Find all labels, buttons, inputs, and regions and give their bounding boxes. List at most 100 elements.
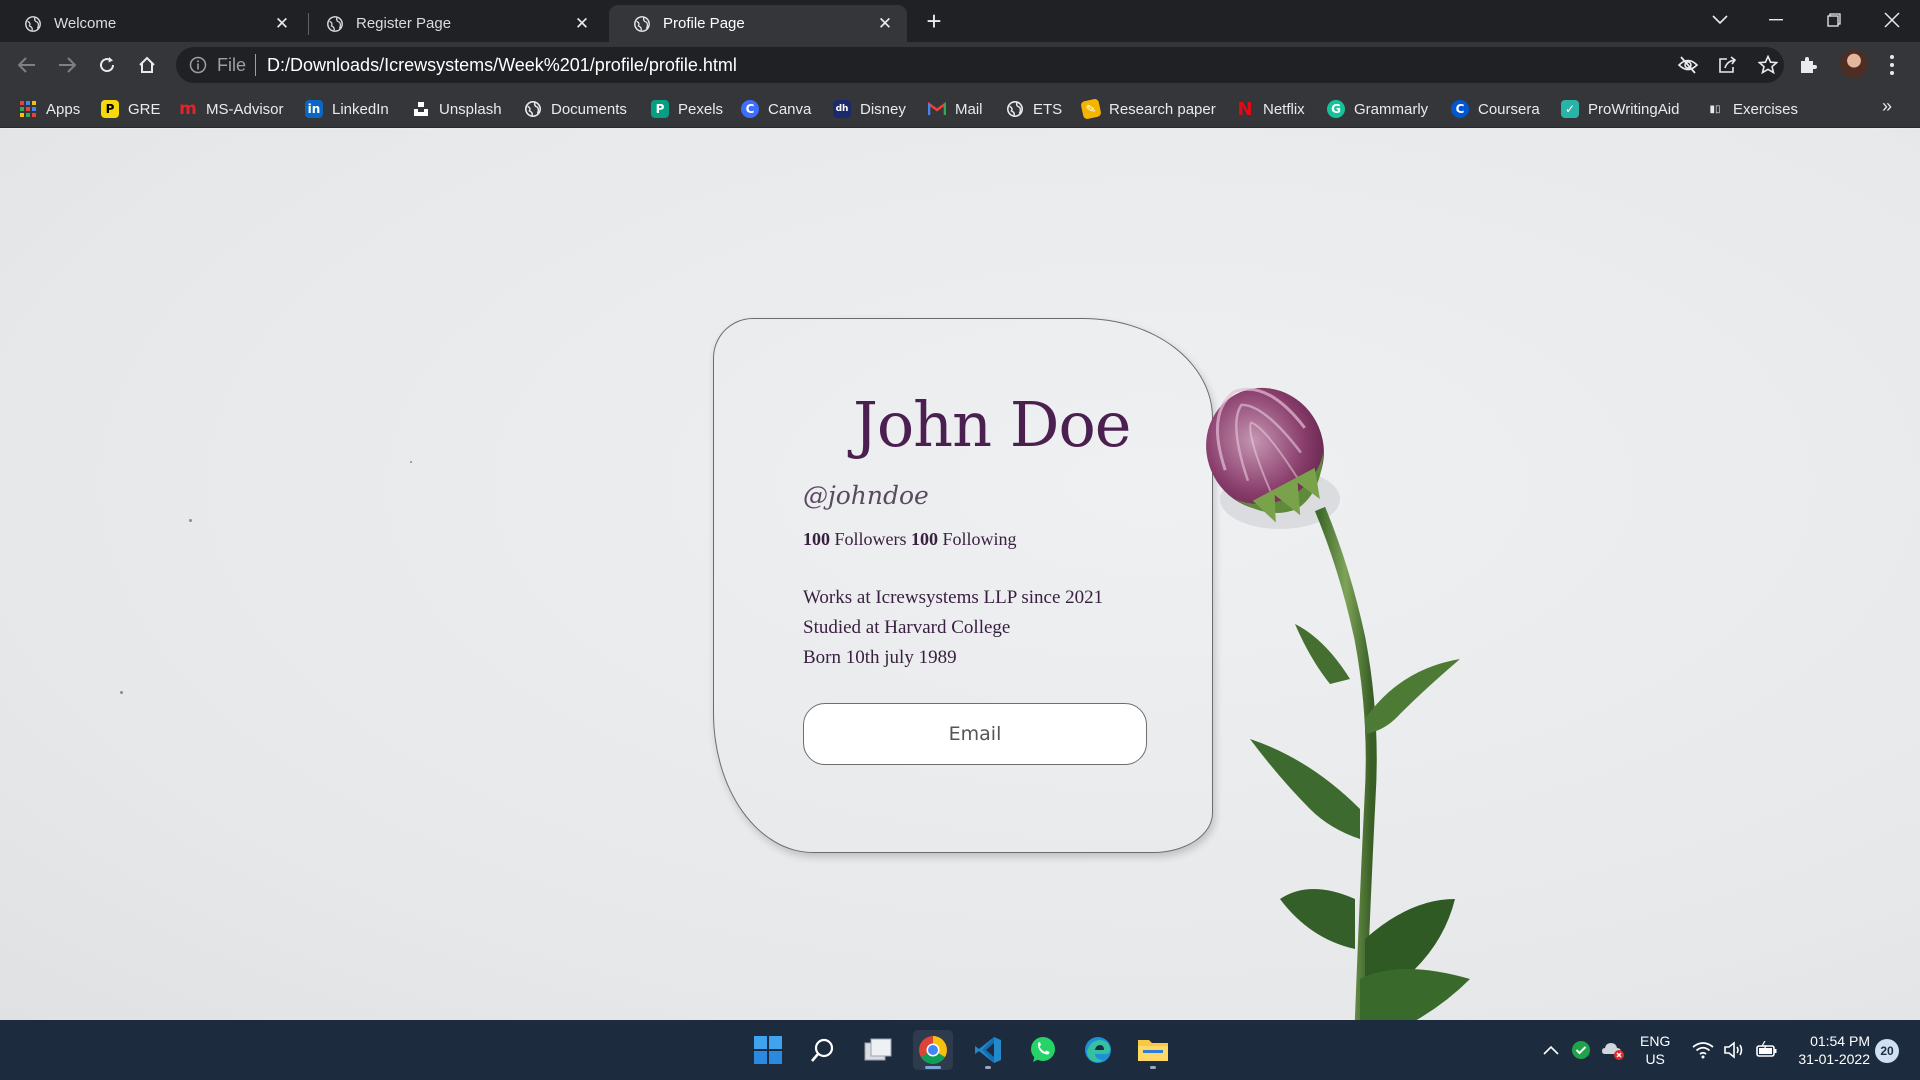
tab-close-icon[interactable]: ✕ (272, 14, 292, 34)
language-indicator[interactable]: ENG US (1640, 1032, 1670, 1068)
scheme-label: File (217, 54, 247, 75)
address-bar-actions (1678, 47, 1778, 83)
minimize-button[interactable] (1748, 0, 1804, 40)
bookmark-ms-advisor[interactable]: m MS-Advisor (179, 98, 284, 120)
task-view-icon (864, 1038, 892, 1061)
bookmark-label: Research paper (1109, 100, 1216, 118)
profile-avatar[interactable] (1840, 50, 1868, 78)
address-url[interactable]: D:/Downloads/Icrewsystems/Week%201/profi… (267, 55, 737, 76)
bookmark-label: Pexels (678, 100, 724, 118)
tab-register-page[interactable]: Register Page ✕ (302, 5, 604, 42)
profile-page: John Doe @johndoe 100 Followers 100 Foll… (0, 129, 1920, 1020)
close-icon (1884, 12, 1900, 28)
bookmark-apps[interactable]: Apps (19, 98, 80, 120)
bookmark-canva[interactable]: C Canva (741, 98, 811, 120)
profile-birthday: Born 10th july 1989 (803, 647, 957, 668)
bookmark-gre[interactable]: P GRE (101, 98, 161, 120)
bookmark-label: Netflix (1263, 100, 1305, 118)
browser-toolbar: File D:/Downloads/Icrewsystems/Week%201/… (0, 42, 1920, 88)
restore-icon (1827, 13, 1841, 27)
back-button[interactable] (11, 49, 43, 81)
tab-close-icon[interactable]: ✕ (875, 14, 895, 34)
tab-welcome[interactable]: Welcome ✕ (0, 5, 304, 42)
bookmark-linkedin[interactable]: in LinkedIn (305, 98, 389, 120)
onedrive-error-icon[interactable] (1601, 1040, 1625, 1060)
bookmark-label: Exercises (1733, 100, 1799, 118)
tab-search-button[interactable] (1692, 0, 1748, 40)
clock-time: 01:54 PM (1810, 1033, 1870, 1049)
profile-education: Studied at Harvard College (803, 617, 1011, 638)
edge-icon (1085, 1037, 1111, 1063)
netflix-icon: N (1237, 98, 1253, 120)
email-button[interactable]: Email (803, 703, 1147, 765)
profile-work: Works at Icrewsystems LLP since 2021 (803, 587, 1104, 608)
globe-icon (25, 15, 41, 32)
bookmark-label: Documents (551, 100, 627, 118)
paper-speck (410, 461, 412, 463)
reload-button[interactable] (91, 49, 123, 81)
search-button[interactable] (803, 1030, 843, 1070)
windows-logo-icon (754, 1036, 782, 1064)
windows-taskbar: ENG US 01:54 PM 31-01-2022 20 (0, 1020, 1920, 1080)
close-window-button[interactable] (1864, 0, 1920, 40)
bookmarks-bar: Apps P GRE m MS-Advisor in LinkedIn Unsp… (0, 88, 1920, 128)
bookmark-label: Coursera (1478, 100, 1540, 118)
clock[interactable]: 01:54 PM 31-01-2022 (1790, 1032, 1870, 1068)
tab-profile-page[interactable]: Profile Page ✕ (609, 5, 907, 42)
gre-p-icon: P (101, 100, 119, 118)
wifi-icon (1692, 1042, 1714, 1059)
globe-icon (1006, 100, 1024, 118)
address-bar[interactable]: File D:/Downloads/Icrewsystems/Week%201/… (176, 47, 1784, 83)
tab-title: Register Page (356, 15, 452, 32)
share-icon[interactable] (1718, 56, 1738, 74)
bookmark-label: ProWritingAid (1588, 100, 1680, 118)
bookmark-label: Canva (768, 100, 812, 118)
chevron-up-icon[interactable] (1543, 1045, 1559, 1055)
bookmark-prowritingaid[interactable]: ✓ ProWritingAid (1561, 98, 1679, 120)
profile-handle: @johndoe (803, 481, 929, 510)
bookmark-documents[interactable]: Documents (524, 98, 627, 120)
bookmark-coursera[interactable]: C Coursera (1451, 98, 1540, 120)
bookmark-label: MS-Advisor (206, 100, 284, 118)
paper-speck (189, 519, 192, 522)
forward-button[interactable] (51, 49, 83, 81)
quick-settings[interactable] (1692, 1020, 1778, 1080)
bookmark-ets[interactable]: ETS (1006, 98, 1062, 120)
search-icon (811, 1038, 834, 1062)
bookmark-pexels[interactable]: P Pexels (651, 98, 723, 120)
eye-off-icon[interactable] (1678, 56, 1698, 74)
extensions-puzzle-icon[interactable] (1797, 53, 1821, 77)
taskbar-chrome[interactable] (913, 1030, 953, 1070)
pexels-icon: P (651, 100, 669, 118)
bookmark-star-icon[interactable] (1758, 55, 1778, 75)
bookmark-grammarly[interactable]: G Grammarly (1327, 98, 1428, 120)
browser-menu-button[interactable] (1884, 50, 1900, 80)
chevron-down-icon (1712, 15, 1728, 25)
bookmarks-more-button[interactable]: » (1882, 96, 1892, 117)
bookmark-netflix[interactable]: N Netflix (1236, 98, 1305, 120)
taskbar-whatsapp[interactable] (1023, 1030, 1063, 1070)
taskbar-edge[interactable] (1078, 1030, 1118, 1070)
tab-close-icon[interactable]: ✕ (572, 14, 592, 34)
following-label: Following (942, 529, 1017, 549)
security-check-icon[interactable] (1571, 1040, 1591, 1060)
tab-title: Profile Page (663, 15, 745, 32)
bookmark-research-paper[interactable]: ✎ Research paper (1080, 98, 1216, 120)
bookmark-disney[interactable]: dh Disney (833, 98, 906, 120)
new-tab-button[interactable]: + (918, 8, 950, 34)
notification-badge[interactable]: 20 (1875, 1039, 1899, 1063)
taskbar-vscode[interactable] (968, 1030, 1008, 1070)
restore-button[interactable] (1806, 0, 1862, 40)
info-icon[interactable] (188, 55, 208, 75)
start-button[interactable] (748, 1030, 788, 1070)
tab-strip: Welcome ✕ Register Page ✕ Profile Page ✕… (0, 0, 1920, 42)
minimize-icon (1769, 19, 1783, 21)
taskbar-file-explorer[interactable] (1133, 1030, 1173, 1070)
home-button[interactable] (131, 49, 163, 81)
exercises-icon: ▮▯ (1709, 103, 1721, 115)
bookmark-unsplash[interactable]: Unsplash (412, 98, 502, 120)
bookmark-exercises[interactable]: ▮▯ Exercises (1706, 98, 1798, 120)
bookmark-mail[interactable]: Mail (928, 98, 983, 120)
address-divider (255, 54, 257, 76)
task-view-button[interactable] (858, 1030, 898, 1070)
